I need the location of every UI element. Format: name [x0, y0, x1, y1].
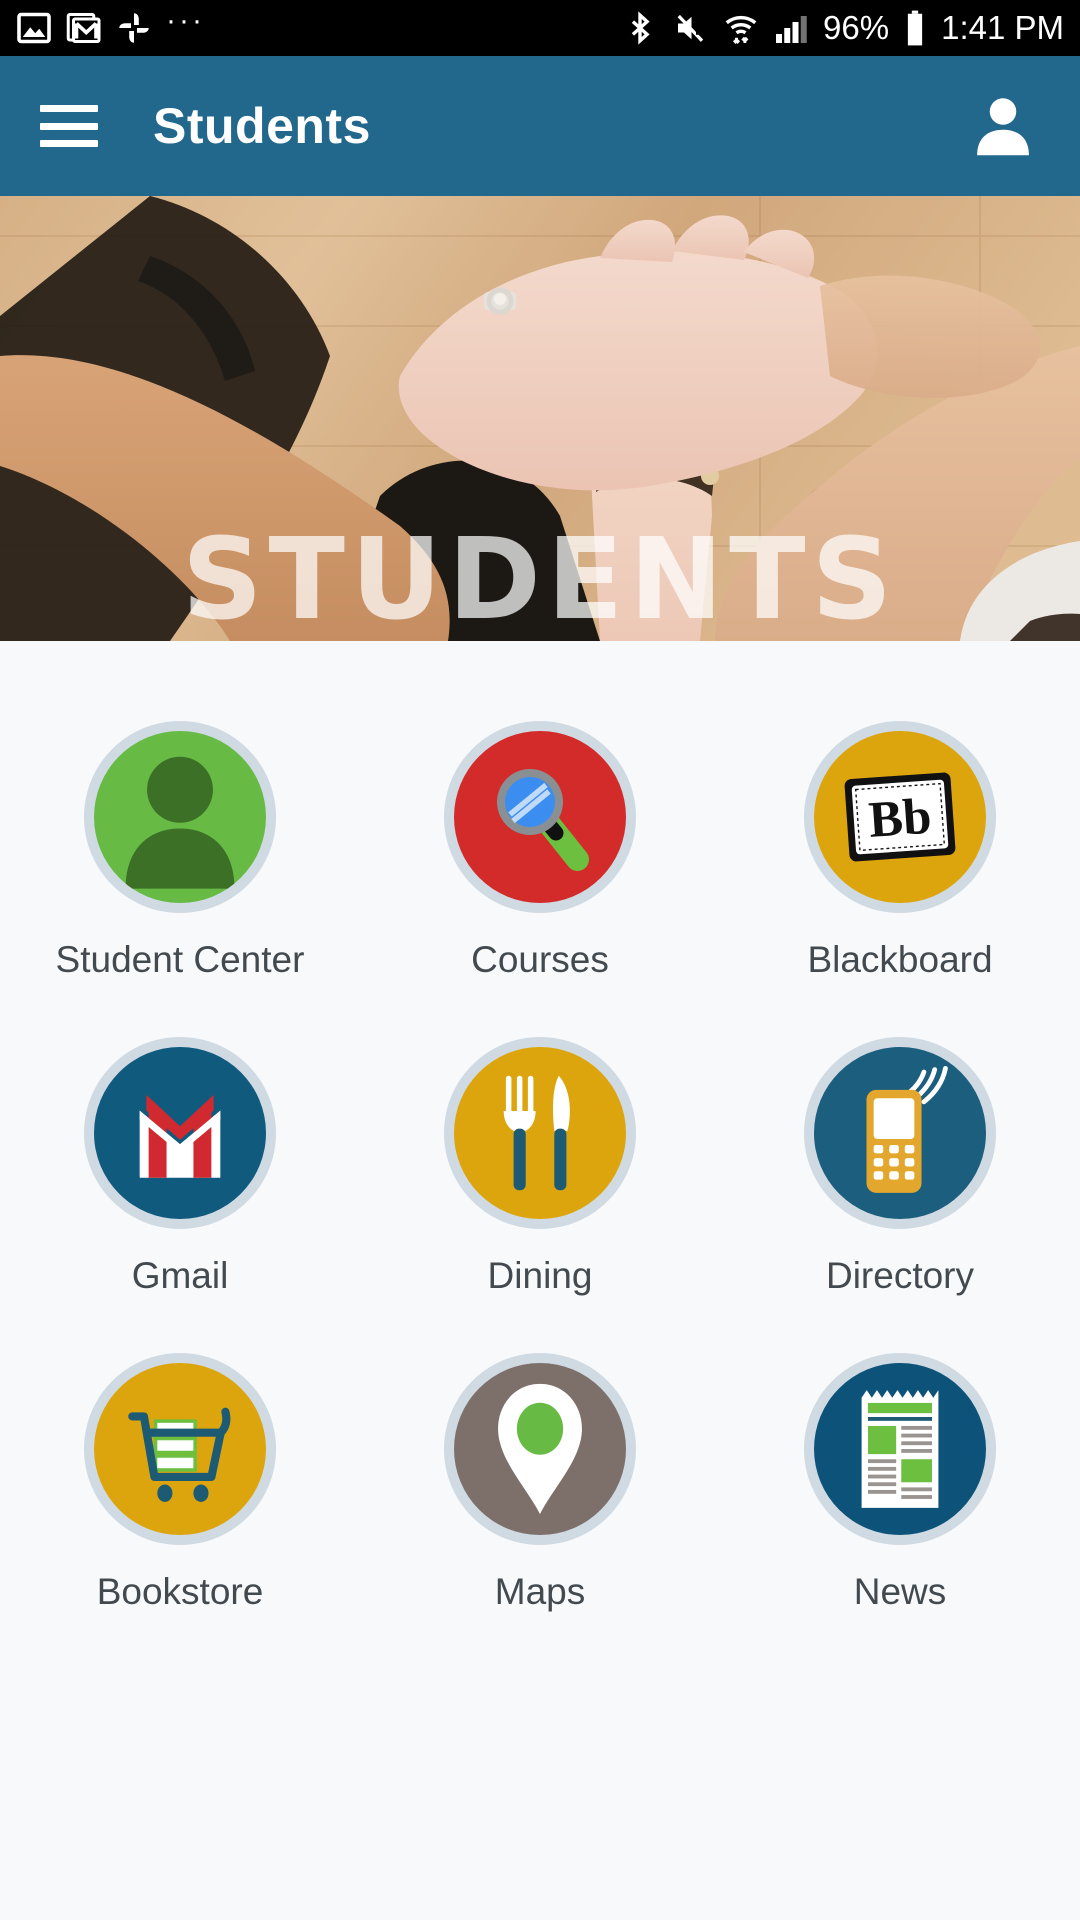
status-bar-right-icons: 96% 1:41 PM: [623, 9, 1064, 47]
battery-icon: [907, 10, 923, 46]
badge-ring: [84, 721, 276, 913]
badge-ring: [804, 1037, 996, 1229]
badge-ring: [84, 1037, 276, 1229]
tile-blackboard[interactable]: Bb Blackboard: [720, 721, 1080, 981]
signal-icon: [776, 16, 807, 43]
tile-label: Dining: [487, 1255, 593, 1296]
badge-fill: [454, 1363, 626, 1535]
wifi-icon: [725, 15, 757, 44]
app-grid: Student Center Courses Bb Blackboard Gma…: [0, 641, 1080, 1613]
badge-ring: [444, 1037, 636, 1229]
badge-fill: Bb: [814, 731, 986, 903]
badge-ring: [444, 721, 636, 913]
person-silhouette-icon: [125, 756, 235, 889]
clock-label: 1:41 PM: [941, 9, 1064, 46]
tile-label: Gmail: [131, 1255, 229, 1296]
newspaper-icon: [861, 1390, 939, 1508]
tile-bookstore[interactable]: Bookstore: [0, 1353, 360, 1613]
status-bar-left-icons: ···: [16, 4, 205, 46]
tile-maps[interactable]: Maps: [360, 1353, 720, 1613]
tile-label: Directory: [825, 1255, 975, 1296]
badge-ring: Bb: [804, 721, 996, 913]
badge-fill: [814, 1047, 986, 1219]
tile-label: Courses: [471, 939, 609, 980]
gmail-icon: [66, 13, 101, 43]
app-bar: Students: [0, 56, 1080, 196]
account-person-icon[interactable]: [966, 89, 1040, 163]
tile-label: Maps: [494, 1571, 586, 1612]
bluetooth-icon: [631, 11, 650, 45]
tile-dining[interactable]: Dining: [360, 1037, 720, 1297]
gmail-envelope-icon: [139, 1094, 221, 1178]
overflow-dots-icon: ···: [166, 4, 205, 37]
battery-percent-label: 96%: [823, 9, 890, 46]
badge-ring: [84, 1353, 276, 1545]
magnifying-glass-icon: [497, 769, 589, 871]
page-title: Students: [153, 98, 371, 154]
badge-ring: [804, 1353, 996, 1545]
photo-icon: [17, 12, 51, 44]
google-photos-icon: [119, 13, 149, 43]
badge-fill: [814, 1363, 986, 1535]
mute-icon: [677, 14, 704, 42]
map-pin-icon: [498, 1383, 582, 1515]
hero-overlay-text: STUDENTS: [181, 515, 899, 641]
badge-fill: [94, 1363, 266, 1535]
tile-label: Blackboard: [807, 939, 993, 980]
tile-gmail[interactable]: Gmail: [0, 1037, 360, 1297]
svg-text:Bb: Bb: [867, 788, 933, 849]
blackboard-bb-icon: Bb: [844, 772, 956, 862]
fork-knife-icon: [503, 1075, 570, 1191]
hamburger-menu-icon[interactable]: [40, 105, 98, 147]
phone-signal-icon: [866, 1066, 948, 1193]
badge-fill: [94, 1047, 266, 1219]
tile-news[interactable]: News: [720, 1353, 1080, 1613]
tile-courses[interactable]: Courses: [360, 721, 720, 981]
tile-directory[interactable]: Directory: [720, 1037, 1080, 1297]
tile-label: Bookstore: [96, 1571, 264, 1612]
badge-ring: [444, 1353, 636, 1545]
status-bar: ··· 96% 1:41 PM: [0, 0, 1080, 56]
hero-banner: STUDENTS: [0, 196, 1080, 641]
badge-fill: [454, 1047, 626, 1219]
badge-fill: [454, 731, 626, 903]
tile-student-center[interactable]: Student Center: [0, 721, 360, 981]
tile-label: Student Center: [55, 939, 305, 980]
badge-fill: [94, 731, 266, 903]
tile-label: News: [853, 1571, 947, 1612]
shopping-cart-books-icon: [128, 1407, 231, 1502]
